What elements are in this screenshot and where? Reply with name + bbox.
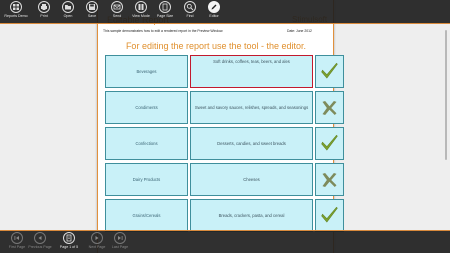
status-cell[interactable] <box>315 55 344 88</box>
open-label: Open <box>63 14 73 18</box>
next-page-label: Next Page <box>88 245 106 249</box>
category-cell[interactable]: Confections <box>105 127 188 160</box>
current-page-button[interactable]: Page 1 of 5 <box>55 232 83 253</box>
view-mode-icon <box>135 1 147 13</box>
save-button[interactable]: Save <box>78 1 106 23</box>
top-app-bar: Reports Demo Print Open Save Send View M… <box>0 0 450 24</box>
folder-icon <box>62 1 74 13</box>
save-icon <box>86 1 98 13</box>
status-cell[interactable] <box>315 199 344 232</box>
page-counter: Page 1 of 5 <box>59 245 79 249</box>
category-cell[interactable]: Grains/Cereals <box>105 199 188 232</box>
status-cell[interactable] <box>315 91 344 124</box>
send-icon <box>111 1 123 13</box>
first-page-label: First Page <box>8 245 26 249</box>
category-cell[interactable]: Dairy Products <box>105 163 188 196</box>
check-icon <box>321 206 338 223</box>
last-page-button[interactable]: Last Page <box>106 232 134 253</box>
page-size-icon <box>159 1 171 13</box>
last-page-icon <box>114 232 126 244</box>
cross-icon <box>322 172 337 187</box>
search-icon <box>184 1 196 13</box>
find-label: Find <box>186 14 194 18</box>
report-date: Date: June 2012 <box>287 29 312 33</box>
reports-demo-label: Reports Demo <box>4 14 28 18</box>
report-headline: For editing the report use the tool - th… <box>125 41 307 51</box>
vertical-scrollbar[interactable] <box>445 30 447 160</box>
description-cell[interactable]: Sweet and savory sauces, relishes, sprea… <box>190 91 313 124</box>
description-cell[interactable]: Desserts, candies, and sweet breads <box>190 127 313 160</box>
page-size-button[interactable]: Page Size <box>151 1 179 23</box>
previous-page-label: Previous Page <box>28 245 52 249</box>
editor-label: Editor <box>209 14 219 18</box>
category-cell[interactable]: Condiments <box>105 91 188 124</box>
status-cell[interactable] <box>315 127 344 160</box>
next-page-icon <box>91 232 103 244</box>
cross-icon <box>322 100 337 115</box>
description-cell-selected[interactable]: Soft drinks, coffees, teas, beers, and a… <box>190 55 313 88</box>
last-page-label: Last Page <box>111 245 129 249</box>
report-description: This sample demonstrates how to edit a r… <box>103 29 224 33</box>
check-icon <box>321 134 338 151</box>
page-size-label: Page Size <box>156 14 174 18</box>
print-label: Print <box>40 14 48 18</box>
editor-icon <box>208 1 220 13</box>
first-page-icon <box>11 232 23 244</box>
view-mode-label: View Mode <box>132 14 150 18</box>
print-icon <box>38 1 50 13</box>
status-cell[interactable] <box>315 163 344 196</box>
grid-icon <box>10 1 22 13</box>
previous-page-icon <box>34 232 46 244</box>
send-label: Send <box>112 14 122 18</box>
bottom-app-bar: First Page Previous Page Page 1 of 5 Nex… <box>0 230 450 253</box>
reports-demo-button[interactable]: Reports Demo <box>2 1 30 23</box>
description-cell[interactable]: Cheeses <box>190 163 313 196</box>
editor-button[interactable]: Editor <box>200 1 228 23</box>
page-icon <box>63 232 75 244</box>
save-label: Save <box>87 14 97 18</box>
previous-page-button[interactable]: Previous Page <box>26 232 54 253</box>
category-cell[interactable]: Beverages <box>105 55 188 88</box>
check-icon <box>321 62 338 79</box>
description-cell[interactable]: Breads, crackers, pasta, and cereal <box>190 199 313 232</box>
